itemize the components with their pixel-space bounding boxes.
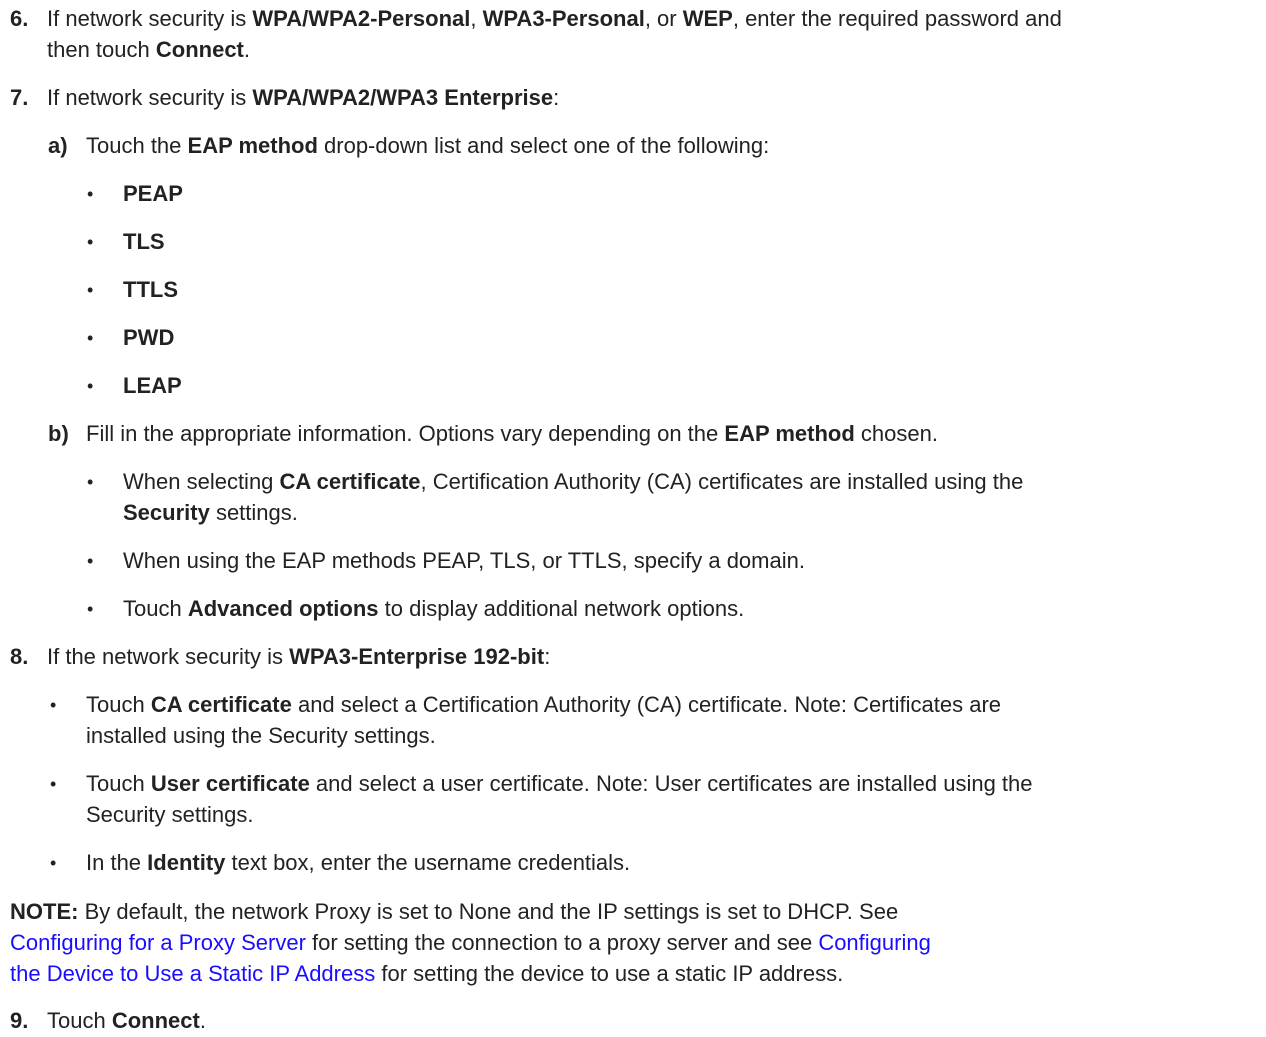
bullet-icon: • [87,376,94,396]
substep-a-text: Touch the EAP method drop-down list and … [86,133,770,158]
step-9-text: Touch Connect. [47,1008,206,1033]
substep-a-label: a) [48,133,68,158]
bullet-icon: • [87,280,94,300]
static-ip-link-part-2[interactable]: the Device to Use a Static IP Address [10,961,375,986]
bullet-icon: • [87,472,94,492]
note-label: NOTE: [10,899,79,924]
eap-option-peap: PEAP [123,181,183,206]
eap-option-leap: LEAP [123,373,182,398]
bullet-icon: • [87,599,94,619]
proxy-server-link[interactable]: Configuring for a Proxy Server [10,930,306,955]
step-9-number: 9. [10,1008,29,1033]
substep-b-item-3: Touch Advanced options to display additi… [123,596,745,621]
note-line-3: the Device to Use a Static IP Address fo… [10,961,844,986]
eap-option-ttls: TTLS [123,277,178,302]
static-ip-link-part-1[interactable]: Configuring [818,930,931,955]
bullet-icon: • [50,853,57,873]
step-6-line-2: then touch Connect. [47,37,250,62]
step-8-item-1-line-1: Touch CA certificate and select a Certif… [86,692,1002,717]
document-page: 6. If network security is WPA/WPA2-Perso… [0,0,1266,1037]
step-8-number: 8. [10,644,29,669]
step-6-line-1: If network security is WPA/WPA2-Personal… [47,6,1062,31]
step-8-text: If the network security is WPA3-Enterpri… [47,644,551,669]
substep-b-text: Fill in the appropriate information. Opt… [86,421,938,446]
bullet-icon: • [87,551,94,571]
step-8-item-1-line-2: installed using the Security settings. [86,723,436,748]
step-8-item-3: In the Identity text box, enter the user… [86,850,631,875]
substep-b-item-1-line-2: Security settings. [123,500,298,525]
note-line-2: Configuring for a Proxy Server for setti… [10,930,931,955]
substep-b-item-2: When using the EAP methods PEAP, TLS, or… [123,548,805,573]
step-6-number: 6. [10,6,29,31]
bullet-icon: • [50,695,57,715]
step-8-item-2-line-1: Touch User certificate and select a user… [86,771,1033,796]
bullet-icon: • [87,184,94,204]
eap-option-tls: TLS [123,229,165,254]
substep-b-item-1-line-1: When selecting CA certificate, Certifica… [123,469,1024,494]
substep-b-label: b) [48,421,69,446]
note-line-1: NOTE: By default, the network Proxy is s… [10,899,899,924]
bullet-icon: • [50,774,57,794]
step-7-text: If network security is WPA/WPA2/WPA3 Ent… [47,85,560,110]
eap-option-pwd: PWD [123,325,175,350]
step-7-number: 7. [10,85,29,110]
bullet-icon: • [87,232,94,252]
step-8-item-2-line-2: Security settings. [86,802,254,827]
bullet-icon: • [87,328,94,348]
